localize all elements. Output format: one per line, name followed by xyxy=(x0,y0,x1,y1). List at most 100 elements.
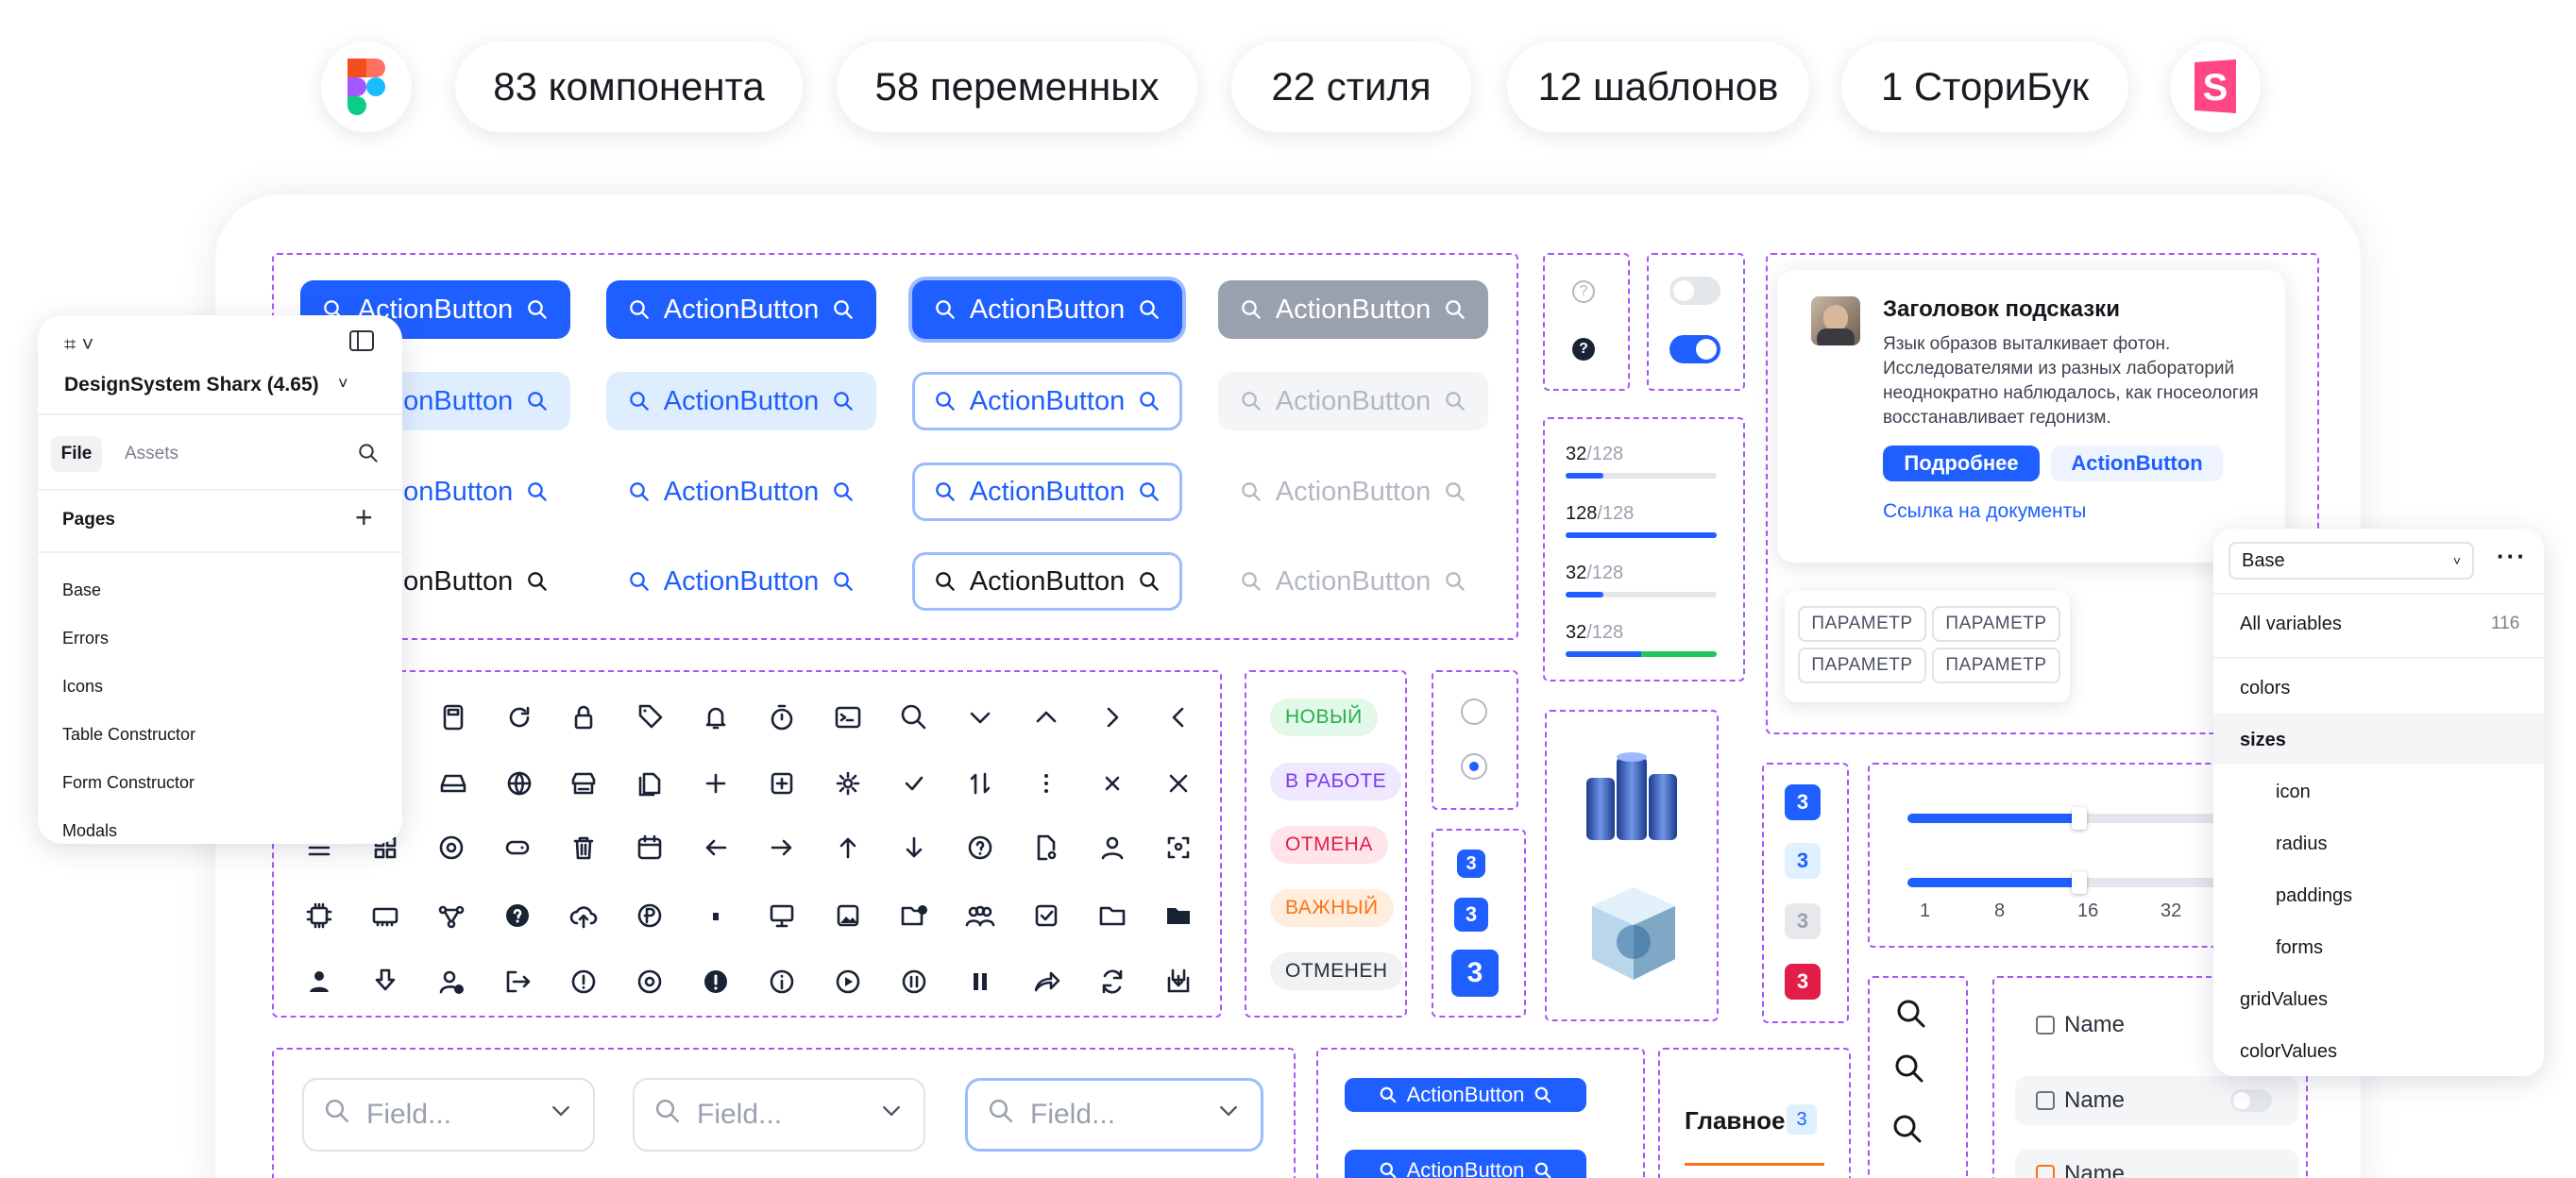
var-group-icon[interactable]: icon xyxy=(2276,782,2311,803)
search-icon xyxy=(653,1097,682,1133)
lock-icon xyxy=(567,700,601,734)
search-icon[interactable] xyxy=(357,442,380,469)
avatar xyxy=(1811,296,1860,345)
search-icon xyxy=(1894,997,1925,1028)
tag-icon xyxy=(633,700,667,734)
slider-handle[interactable] xyxy=(2071,871,2087,894)
chevron-right-icon xyxy=(1095,700,1129,734)
action-button-small[interactable]: ActionButton xyxy=(1345,1078,1586,1112)
chip[interactable]: ПАРАМЕТР xyxy=(1932,606,2060,642)
number-badge-small: 3 xyxy=(1457,850,1485,878)
collection-select[interactable]: Base ˅ xyxy=(2229,542,2474,580)
chip[interactable]: ПАРАМЕТР xyxy=(1798,648,1926,683)
disc-icon xyxy=(633,965,667,999)
sidebar-toggle-icon[interactable] xyxy=(349,330,374,351)
search-icon xyxy=(987,1097,1015,1133)
search-icon xyxy=(1140,572,1160,591)
name-row[interactable]: Name xyxy=(2015,1150,2298,1178)
number-badge-danger: 3 xyxy=(1785,964,1821,1000)
action-button[interactable]: ActionButton xyxy=(606,552,876,611)
tab-assets[interactable]: Assets xyxy=(125,444,178,464)
action-button-label: ActionButton xyxy=(1275,385,1432,416)
action-button-label: ActionButton xyxy=(969,476,1126,507)
var-group-grid-values[interactable]: gridValues xyxy=(2240,989,2328,1011)
field-dropdown[interactable]: Field... xyxy=(302,1078,595,1152)
coins-image xyxy=(1579,746,1685,850)
page-item-base[interactable]: Base xyxy=(62,566,195,614)
help-outline-icon[interactable]: ? xyxy=(1572,280,1595,303)
action-button[interactable]: ActionButton xyxy=(1218,280,1488,339)
search-icon xyxy=(935,300,955,319)
more-icon[interactable]: ··· xyxy=(2497,542,2527,571)
slider-tick: 8 xyxy=(1994,900,2006,921)
action-button-label: ActionButton xyxy=(969,565,1126,597)
action-button[interactable]: ActionButton xyxy=(912,372,1182,430)
var-group-sizes[interactable]: sizes xyxy=(2240,730,2286,751)
chevron-down-icon: ˅ xyxy=(2452,553,2461,568)
var-group-forms[interactable]: forms xyxy=(2276,937,2323,959)
memory-icon xyxy=(368,899,402,933)
workflow-icon xyxy=(434,899,468,933)
var-group-color-values[interactable]: colorValues xyxy=(2240,1041,2337,1063)
action-button[interactable]: ActionButton xyxy=(912,280,1182,339)
file-title[interactable]: DesignSystem Sharx (4.65) xyxy=(64,374,319,396)
action-button[interactable]: ActionButton xyxy=(912,463,1182,521)
action-button[interactable]: ActionButton xyxy=(606,372,876,430)
terminal-icon xyxy=(831,700,865,734)
slider-track[interactable] xyxy=(1907,807,2219,830)
var-group-radius[interactable]: radius xyxy=(2276,833,2327,855)
all-variables[interactable]: All variables xyxy=(2240,614,2342,635)
counter-progress xyxy=(1566,592,1717,597)
radio-unchecked[interactable] xyxy=(1461,698,1487,725)
status-badge-in-progress: В РАБОТЕ xyxy=(1270,763,1402,800)
var-group-paddings[interactable]: paddings xyxy=(2276,885,2352,907)
counter-progress xyxy=(1566,473,1717,479)
slider-handle[interactable] xyxy=(2071,807,2087,830)
name-row[interactable]: Name xyxy=(2036,1012,2125,1038)
page-item-icons[interactable]: Icons xyxy=(62,663,195,711)
search-icon xyxy=(1140,392,1160,411)
grid-icon xyxy=(2036,1091,2055,1110)
toggle-off[interactable] xyxy=(2230,1089,2272,1112)
radio-checked[interactable] xyxy=(1461,753,1487,780)
chevron-down-icon[interactable]: ˅ xyxy=(338,374,348,394)
var-group-colors[interactable]: colors xyxy=(2240,678,2290,699)
tab-file[interactable]: File xyxy=(51,436,102,472)
field-dropdown[interactable]: Field... xyxy=(633,1078,925,1152)
search-icon xyxy=(629,482,649,501)
tooltip-primary-button[interactable]: Подробнее xyxy=(1883,446,2040,481)
slider-track[interactable] xyxy=(1907,871,2219,894)
search-icon xyxy=(528,300,548,319)
action-button[interactable]: ActionButton xyxy=(606,280,876,339)
action-button[interactable]: ActionButton xyxy=(1218,552,1488,611)
slider-tick: 32 xyxy=(2161,900,2182,921)
bell-icon xyxy=(699,700,733,734)
search-icon xyxy=(935,482,955,501)
action-button[interactable]: ActionButton xyxy=(1218,372,1488,430)
search-icon xyxy=(629,392,649,411)
action-button-medium[interactable]: ActionButton xyxy=(1345,1150,1586,1178)
toggle-off[interactable] xyxy=(1669,277,1720,305)
figma-menu-icon[interactable]: ⌗ ˅ xyxy=(64,332,93,357)
figma-icon xyxy=(347,59,385,115)
tab-main-label[interactable]: Главное xyxy=(1685,1106,1785,1136)
add-page-icon[interactable]: + xyxy=(355,500,373,535)
field-dropdown-focused[interactable]: Field... xyxy=(965,1078,1263,1152)
page-item-modals[interactable]: Modals xyxy=(62,807,195,855)
pause-icon xyxy=(897,965,931,999)
tooltip-secondary-button[interactable]: ActionButton xyxy=(2051,446,2223,481)
page-item-form-constructor[interactable]: Form Constructor xyxy=(62,759,195,807)
page-item-table-constructor[interactable]: Table Constructor xyxy=(62,711,195,759)
chip[interactable]: ПАРАМЕТР xyxy=(1798,606,1926,642)
action-button[interactable]: ActionButton xyxy=(912,552,1182,611)
checkbox-icon xyxy=(1029,899,1063,933)
name-row-selected[interactable]: Name xyxy=(2015,1076,2298,1125)
help-filled-icon[interactable]: ? xyxy=(1572,338,1595,361)
tooltip-link[interactable]: Ссылка на документы xyxy=(1883,500,2086,523)
stat-templates: 12 шаблонов xyxy=(1507,42,1809,132)
page-item-errors[interactable]: Errors xyxy=(62,614,195,663)
toggle-on[interactable] xyxy=(1669,335,1720,363)
action-button[interactable]: ActionButton xyxy=(1218,463,1488,521)
action-button[interactable]: ActionButton xyxy=(606,463,876,521)
chip[interactable]: ПАРАМЕТР xyxy=(1932,648,2060,683)
